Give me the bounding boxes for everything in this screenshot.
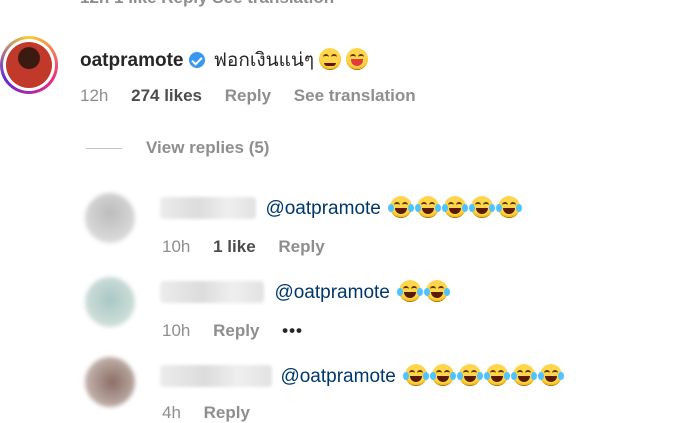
squinting-face-with-tongue-icon: [346, 48, 369, 70]
laughing-tears-icon: [430, 364, 457, 386]
see-translation-link[interactable]: See translation: [294, 86, 416, 105]
laughing-tears-icon: [397, 280, 424, 302]
reply-button[interactable]: Reply: [213, 321, 259, 340]
reply-1-meta: 10h 1 like Reply: [162, 237, 343, 257]
reply-time: 10h: [162, 237, 191, 256]
mention-link[interactable]: @oatpramote: [274, 282, 389, 303]
laughing-tears-icon: [496, 196, 523, 218]
reply-1-line: @oatpramote: [160, 196, 523, 220]
laughing-tears-icon: [484, 364, 511, 386]
laughing-tears-icon: [511, 364, 538, 386]
laughing-tears-icon: [388, 196, 415, 218]
commenter-avatar[interactable]: [0, 36, 58, 94]
reply-time: 4h: [162, 403, 181, 422]
reply-avatar[interactable]: [85, 277, 135, 327]
previous-comment-meta: 12h 1 like Reply See translation: [80, 0, 334, 8]
reply-3-line: @oatpramote: [160, 364, 565, 388]
reply-2-meta: 10h Reply •••: [162, 321, 321, 341]
reply-button[interactable]: Reply: [204, 403, 250, 422]
mention-link[interactable]: @oatpramote: [265, 198, 380, 219]
reply-avatar[interactable]: [85, 193, 135, 243]
reply-username[interactable]: [160, 197, 256, 219]
main-comment-time: 12h: [80, 86, 109, 105]
main-comment-likes[interactable]: 274 likes: [131, 86, 202, 105]
laughing-tears-icon: [457, 364, 484, 386]
reply-button[interactable]: Reply: [278, 237, 324, 256]
main-comment-reply[interactable]: Reply: [225, 86, 271, 105]
view-replies-line: [86, 148, 122, 149]
laughing-tears-icon: [538, 364, 565, 386]
reply-username[interactable]: [160, 281, 264, 303]
main-comment-text: ฟอกเงินแน่ๆ: [213, 50, 315, 71]
more-options-icon[interactable]: •••: [282, 321, 303, 340]
main-comment-line: oatpramote ฟอกเงินแน่ๆ: [80, 45, 369, 75]
reply-2-line: @oatpramote: [160, 280, 451, 304]
view-replies-button[interactable]: View replies (5): [146, 138, 269, 158]
main-comment-meta: 12h 274 likes Reply See translation: [80, 86, 434, 106]
reply-username[interactable]: [160, 365, 272, 387]
verified-badge-icon: [189, 52, 206, 68]
reply-avatar[interactable]: [85, 357, 135, 407]
reply-likes[interactable]: 1 like: [213, 237, 256, 256]
reply-3-meta: 4h Reply: [162, 403, 268, 423]
laughing-tears-icon: [403, 364, 430, 386]
laughing-tears-icon: [424, 280, 451, 302]
mention-link[interactable]: @oatpramote: [280, 366, 395, 387]
laughing-tears-icon: [442, 196, 469, 218]
laughing-tears-icon: [469, 196, 496, 218]
reply-time: 10h: [162, 321, 191, 340]
laughing-tears-icon: [415, 196, 442, 218]
relieved-face-icon: [319, 48, 342, 70]
main-comment-username[interactable]: oatpramote: [80, 50, 183, 71]
